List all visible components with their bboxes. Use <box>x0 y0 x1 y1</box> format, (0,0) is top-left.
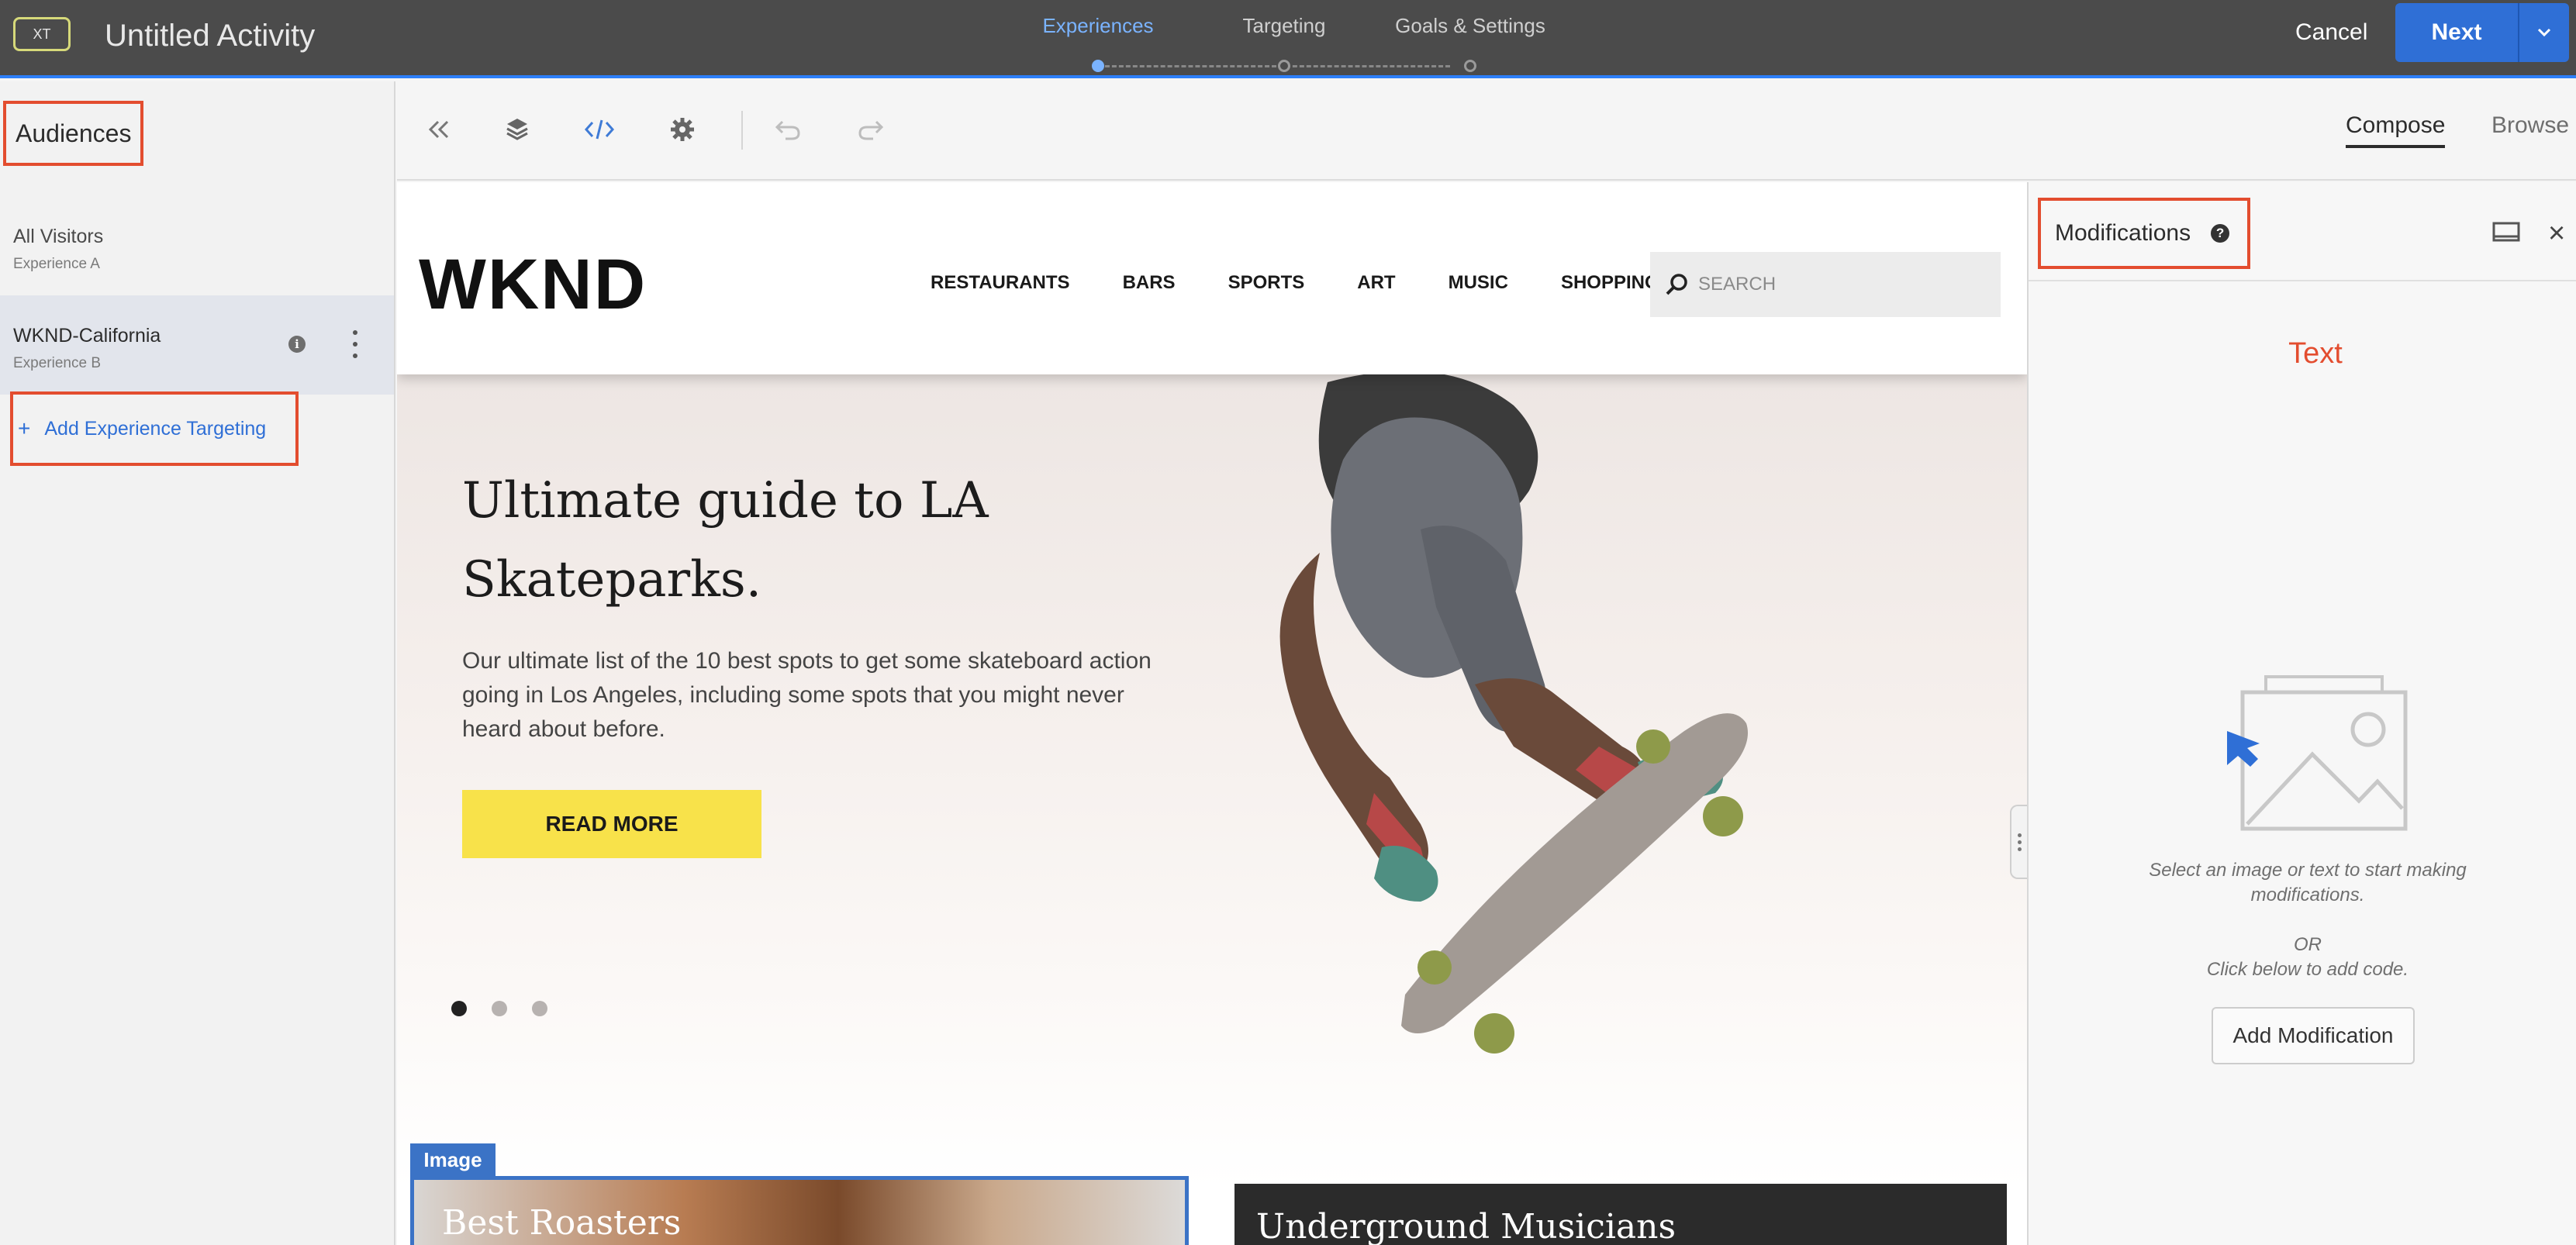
nav-restaurants[interactable]: RESTAURANTS <box>931 272 1070 294</box>
toolbar-divider <box>741 111 743 150</box>
step-targeting[interactable]: Targeting <box>1243 14 1326 38</box>
carousel-dot-2[interactable] <box>492 1001 507 1016</box>
info-icon[interactable]: i <box>288 336 306 353</box>
audiences-title: Audiences <box>3 101 143 166</box>
hero-description[interactable]: Our ultimate list of the 10 best spots t… <box>462 644 1160 747</box>
audiences-panel: Audiences All Visitors Experience A WKND… <box>0 81 395 1245</box>
nav-art[interactable]: ART <box>1357 272 1395 294</box>
next-dropdown-button[interactable] <box>2519 3 2569 62</box>
panel-resize-handle[interactable] <box>2010 805 2027 879</box>
image-placeholder-icon <box>2227 675 2408 831</box>
settings-icon[interactable] <box>665 112 699 147</box>
add-targeting-label: Add Experience Targeting <box>44 417 267 440</box>
tab-compose[interactable]: Compose <box>2346 112 2446 148</box>
more-options-icon[interactable] <box>350 330 360 358</box>
carousel-dot-3[interactable] <box>532 1001 547 1016</box>
undo-icon[interactable] <box>771 112 805 147</box>
add-experience-targeting-button[interactable]: + Add Experience Targeting <box>10 391 299 466</box>
help-icon[interactable]: ? <box>2211 224 2230 243</box>
step-dot-goals-settings[interactable] <box>1464 60 1476 72</box>
modifications-panel: Modifications ? × Text Select an image o… <box>2027 182 2576 1245</box>
step-goals-settings[interactable]: Goals & Settings <box>1395 14 1545 38</box>
modifications-title: Modifications ? <box>2038 198 2250 269</box>
panel-divider <box>2029 280 2576 281</box>
audience-item-all-visitors[interactable]: All Visitors Experience A <box>0 196 394 295</box>
collapse-icon[interactable] <box>422 112 456 147</box>
modifications-hint: Select an image or text to start making … <box>2149 860 2467 905</box>
redo-icon[interactable] <box>854 112 888 147</box>
close-icon[interactable]: × <box>2548 219 2565 248</box>
audience-experience: Experience B <box>13 355 102 371</box>
plus-icon: + <box>18 416 31 440</box>
code-icon[interactable] <box>582 112 616 147</box>
modifications-hint-secondary: OR Click below to add code. <box>2122 933 2494 982</box>
next-button[interactable]: Next <box>2395 3 2518 62</box>
site-header[interactable]: WKND RESTAURANTS BARS SPORTS ART MUSIC S… <box>397 182 2027 374</box>
search-icon <box>1666 274 1687 295</box>
step-experiences[interactable]: Experiences <box>1042 14 1153 38</box>
card-best-roasters[interactable]: Best Roasters <box>410 1176 1189 1245</box>
search-placeholder: SEARCH <box>1698 274 1777 295</box>
activity-type-badge: XT <box>13 17 71 51</box>
site-logo[interactable]: WKND <box>419 247 647 322</box>
editor-toolbar <box>397 81 2576 181</box>
hero-banner[interactable]: Ultimate guide to LA Skateparks. Our ult… <box>397 374 2027 1188</box>
nav-music[interactable]: MUSIC <box>1449 272 1508 294</box>
monitor-icon[interactable] <box>2492 221 2520 244</box>
add-modification-button[interactable]: Add Modification <box>2212 1007 2415 1064</box>
audience-item-wknd-california[interactable]: WKND-California Experience B i <box>0 295 394 395</box>
activity-title[interactable]: Untitled Activity <box>105 17 315 54</box>
step-dot-experiences[interactable] <box>1092 60 1104 72</box>
layers-icon[interactable] <box>500 112 534 147</box>
read-more-button[interactable]: READ MORE <box>462 790 761 858</box>
workflow-steps: Experiences Targeting Goals & Settings <box>1042 14 1545 72</box>
site-nav: RESTAURANTS BARS SPORTS ART MUSIC SHOPPI… <box>931 272 1659 294</box>
nav-shopping[interactable]: SHOPPING <box>1561 272 1659 294</box>
audience-name: All Visitors <box>13 226 104 247</box>
selected-element-tag: Image <box>410 1143 496 1176</box>
hero-title[interactable]: Ultimate guide to LA Skateparks. <box>462 461 1051 619</box>
hint-or: OR <box>2294 934 2322 955</box>
tab-browse[interactable]: Browse <box>2491 112 2569 139</box>
audience-experience: Experience A <box>13 256 100 272</box>
modifications-title-text: Modifications <box>2055 220 2191 246</box>
card-title: Best Roasters <box>442 1203 682 1243</box>
card-underground-musicians[interactable]: Underground Musicians <box>1234 1184 2007 1245</box>
next-button-group: Next <box>2395 3 2569 62</box>
steps-connector <box>1098 65 1450 67</box>
hint-add-code: Click below to add code. <box>2206 959 2409 980</box>
text-element-label: Text <box>2288 337 2343 370</box>
carousel-dot-1[interactable] <box>451 1001 467 1016</box>
cancel-button[interactable]: Cancel <box>2295 17 2367 48</box>
nav-sports[interactable]: SPORTS <box>1228 272 1305 294</box>
site-search-input[interactable]: SEARCH <box>1650 252 2001 317</box>
nav-bars[interactable]: BARS <box>1123 272 1176 294</box>
carousel-dots <box>451 1001 572 1016</box>
card-title: Underground Musicians <box>1256 1207 1676 1245</box>
step-dot-targeting[interactable] <box>1278 60 1290 72</box>
top-bar: XT Untitled Activity Experiences Targeti… <box>0 0 2576 78</box>
skater-photo[interactable] <box>1188 374 1963 1134</box>
chevron-down-icon <box>2537 28 2551 37</box>
website-preview[interactable]: WKND RESTAURANTS BARS SPORTS ART MUSIC S… <box>397 182 2027 1245</box>
audience-name: WKND-California <box>13 325 161 347</box>
